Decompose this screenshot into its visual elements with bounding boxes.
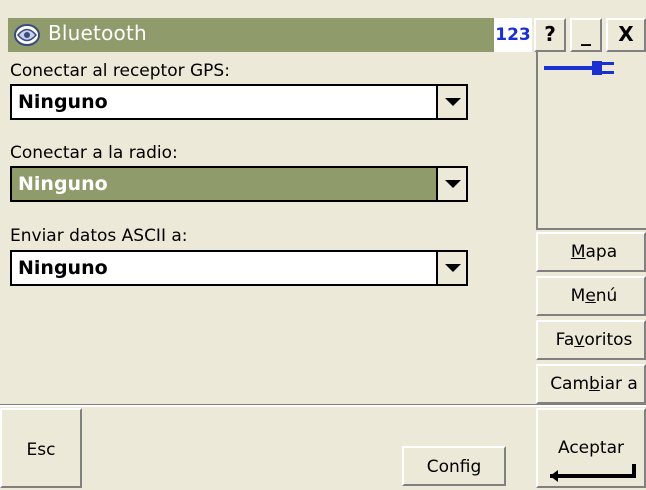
enter-key-icon <box>550 464 636 482</box>
switch-label-pre: Cam <box>550 374 590 394</box>
ascii-output-value: Ninguno <box>18 257 108 279</box>
app-logo-icon <box>14 24 40 46</box>
menu-label-post: nú <box>595 286 618 306</box>
accept-button[interactable]: Aceptar <box>536 408 646 488</box>
input-mode-indicator[interactable]: 123 <box>494 18 532 52</box>
map-button[interactable]: Mapa <box>536 232 646 272</box>
chevron-down-icon[interactable] <box>436 252 466 284</box>
switch-label-post: iar a <box>599 374 638 394</box>
title-bar: Bluetooth <box>8 18 494 52</box>
switch-to-button[interactable]: Cambiar a <box>536 364 646 404</box>
window-title: Bluetooth <box>48 21 147 45</box>
esc-button[interactable]: Esc <box>0 408 82 488</box>
accept-label: Aceptar <box>558 438 624 458</box>
plug-icon <box>544 61 614 75</box>
chevron-down-icon[interactable] <box>436 86 466 118</box>
help-button[interactable]: ? <box>534 18 566 52</box>
switch-access-key: b <box>589 374 600 394</box>
radio-label: Conectar a la radio: <box>10 143 178 163</box>
bottom-divider <box>0 404 646 407</box>
menu-button[interactable]: Menú <box>536 276 646 316</box>
close-button[interactable]: X <box>606 18 646 52</box>
config-button[interactable]: Config <box>402 446 506 486</box>
gps-receiver-label: Conectar al receptor GPS: <box>10 61 230 81</box>
favorites-label-post: oritos <box>584 330 633 350</box>
map-label-post: apa <box>585 242 618 262</box>
ascii-output-label: Enviar datos ASCII a: <box>10 226 188 246</box>
status-panel <box>536 52 646 230</box>
gps-receiver-value: Ninguno <box>18 91 108 113</box>
menu-label-pre: M <box>570 286 586 306</box>
menu-access-key: e <box>585 286 596 306</box>
favorites-label-pre: Fa <box>555 330 575 350</box>
map-access-key: M <box>570 242 586 262</box>
radio-value: Ninguno <box>18 173 108 195</box>
favorites-access-key: v <box>574 330 585 350</box>
ascii-output-select[interactable]: Ninguno <box>10 250 468 286</box>
radio-select[interactable]: Ninguno <box>10 166 468 202</box>
minimize-button[interactable]: _ <box>570 18 602 52</box>
chevron-down-icon[interactable] <box>436 168 466 200</box>
gps-receiver-select[interactable]: Ninguno <box>10 84 468 120</box>
favorites-button[interactable]: Favoritos <box>536 320 646 360</box>
